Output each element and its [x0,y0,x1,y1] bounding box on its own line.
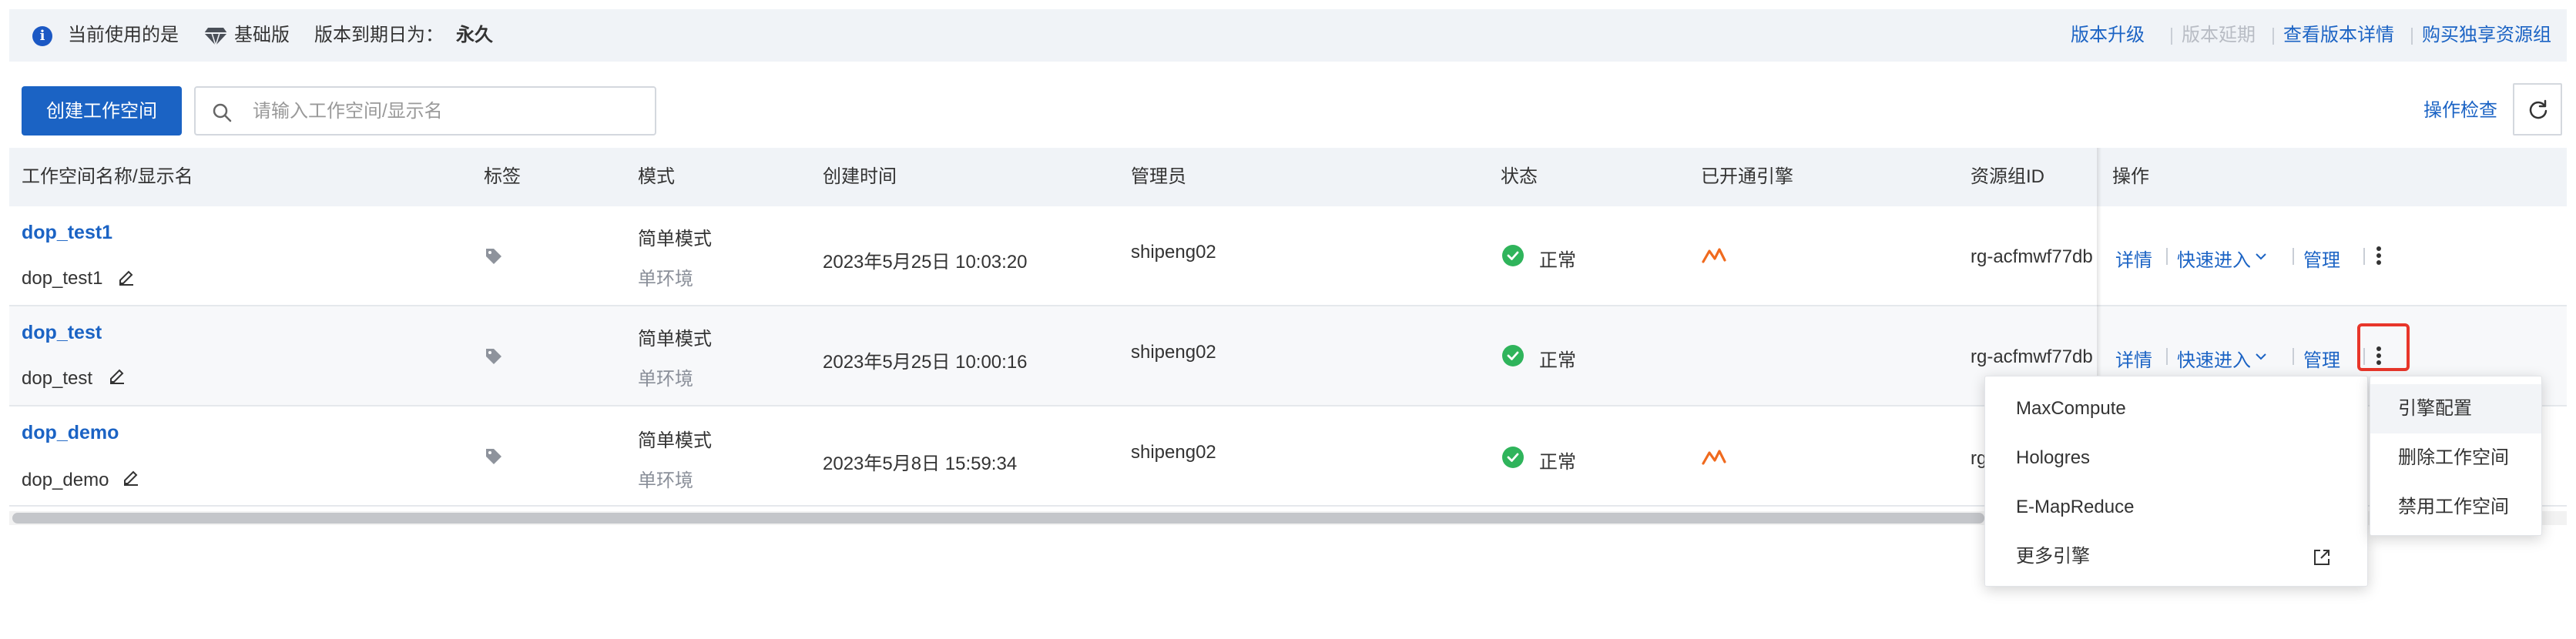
expire-label: 版本到期日为： [314,25,444,45]
menu-item-engine-config[interactable]: 引擎配置 [2370,384,2541,433]
details-link[interactable]: 详情 [2115,245,2152,272]
expire-value: 永久 [456,25,493,45]
divider [2171,28,2172,45]
status-text: 正常 [1539,250,1576,271]
header-actions: 操作 [2112,166,2149,187]
version-details-link[interactable]: 查看版本详情 [2283,9,2394,62]
header-admin: 管理员 [1131,166,1186,187]
external-link-icon [2314,550,2329,565]
header-name: 工作空间名称/显示名 [22,166,193,187]
created-time: 2023年5月25日 10:00:16 [823,352,1028,373]
mode-value: 简单模式 [638,430,712,451]
details-link[interactable]: 详情 [2115,345,2152,372]
status-ok-icon [1502,447,1524,468]
maxcompute-engine-icon[interactable] [1701,245,1727,266]
quick-enter-dropdown[interactable]: 快速进入 [2177,345,2251,372]
env-value: 单环境 [638,369,693,390]
status-ok-icon [1502,245,1524,266]
env-value: 单环境 [638,269,693,289]
search-icon [213,103,232,122]
admin-name: shipeng02 [1131,342,1216,363]
divider [2166,248,2168,265]
menu-item-maxcompute[interactable]: MaxCompute [1985,384,2367,433]
resource-group-id: rg-acfmwf77db [1971,346,2093,367]
scrollbar-thumb[interactable] [12,513,1984,524]
workspace-name-link[interactable]: dop_test [22,322,102,344]
menu-item-more-engines[interactable]: 更多引擎 [1985,532,2367,581]
workspace-name-link[interactable]: dop_demo [22,422,119,444]
edition-name: 基础版 [234,25,290,45]
extend-link[interactable]: 版本延期 [2182,9,2256,62]
more-engines-label: 更多引擎 [2016,546,2090,567]
more-vertical-icon[interactable] [2376,245,2382,266]
menu-item-hologres[interactable]: Hologres [1985,433,2367,483]
menu-item-disable-workspace[interactable]: 禁用工作空间 [2370,483,2541,532]
status-ok-icon [1502,345,1524,366]
workspace-display-name: dop_test [22,368,93,389]
divider [2293,248,2294,265]
buy-resource-group-link[interactable]: 购买独享资源组 [2422,9,2551,62]
divider [2293,348,2294,365]
search-box[interactable] [194,86,656,135]
info-icon: i [32,26,52,46]
upgrade-link[interactable]: 版本升级 [2071,9,2145,62]
divider [2166,348,2168,365]
status-text: 正常 [1539,452,1576,473]
mode-value: 简单模式 [638,329,712,350]
tag-icon[interactable] [484,447,504,467]
created-time: 2023年5月8日 15:59:34 [823,453,1018,474]
edit-icon[interactable] [117,268,136,286]
table-row: dop_test1 dop_test1 简单模式 单环境 2023年5月25日 … [9,206,2567,306]
menu-item-emapreduce[interactable]: E-MapReduce [1985,483,2367,532]
manage-link[interactable]: 管理 [2303,345,2340,372]
workspace-name-link[interactable]: dop_test1 [22,222,112,244]
header-engines: 已开通引擎 [1701,166,1793,187]
header-created: 创建时间 [823,166,897,187]
divider [2411,28,2413,45]
refresh-button[interactable] [2513,83,2562,135]
divider [2272,28,2274,45]
created-time: 2023年5月25日 10:03:20 [823,252,1028,273]
table-header: 工作空间名称/显示名 标签 模式 创建时间 管理员 状态 已开通引擎 资源组ID… [9,148,2567,206]
refresh-icon [2529,99,2547,119]
maxcompute-engine-icon[interactable] [1701,447,1727,468]
workspace-display-name: dop_test1 [22,268,103,289]
edit-icon[interactable] [108,366,126,385]
workspace-display-name: dop_demo [22,470,109,490]
manage-link[interactable]: 管理 [2303,245,2340,272]
engine-dropdown-menu: MaxCompute Hologres E-MapReduce 更多引擎 [1984,376,2368,587]
status-text: 正常 [1539,350,1576,371]
version-banner: i 当前使用的是 基础版 版本到期日为： 永久 版本升级 版本延期 查看版本详情… [9,9,2567,62]
tag-icon[interactable] [484,246,504,266]
header-mode: 模式 [638,166,675,187]
admin-name: shipeng02 [1131,442,1216,463]
banner-prefix: 当前使用的是 [68,25,179,45]
edit-icon[interactable] [122,468,140,487]
create-workspace-button[interactable]: 创建工作空间 [22,86,182,135]
highlight-annotation [2357,323,2410,371]
admin-name: shipeng02 [1131,242,1216,263]
header-resource-group: 资源组ID [1971,166,2044,187]
more-actions-menu: 引擎配置 删除工作空间 禁用工作空间 [2370,376,2542,536]
diamond-icon [204,28,227,46]
chevron-down-icon [2256,253,2266,260]
header-status: 状态 [1501,166,1538,187]
tag-icon[interactable] [484,346,504,366]
mode-value: 简单模式 [638,229,712,249]
chevron-down-icon [2256,353,2266,360]
env-value: 单环境 [638,470,693,491]
quick-enter-dropdown[interactable]: 快速进入 [2177,245,2251,272]
menu-item-delete-workspace[interactable]: 删除工作空间 [2370,433,2541,483]
search-input[interactable] [251,95,639,128]
resource-group-id: rg-acfmwf77db [1971,246,2093,267]
divider [2363,248,2365,265]
header-tags: 标签 [484,166,521,187]
operation-check-link[interactable]: 操作检查 [2423,86,2497,135]
